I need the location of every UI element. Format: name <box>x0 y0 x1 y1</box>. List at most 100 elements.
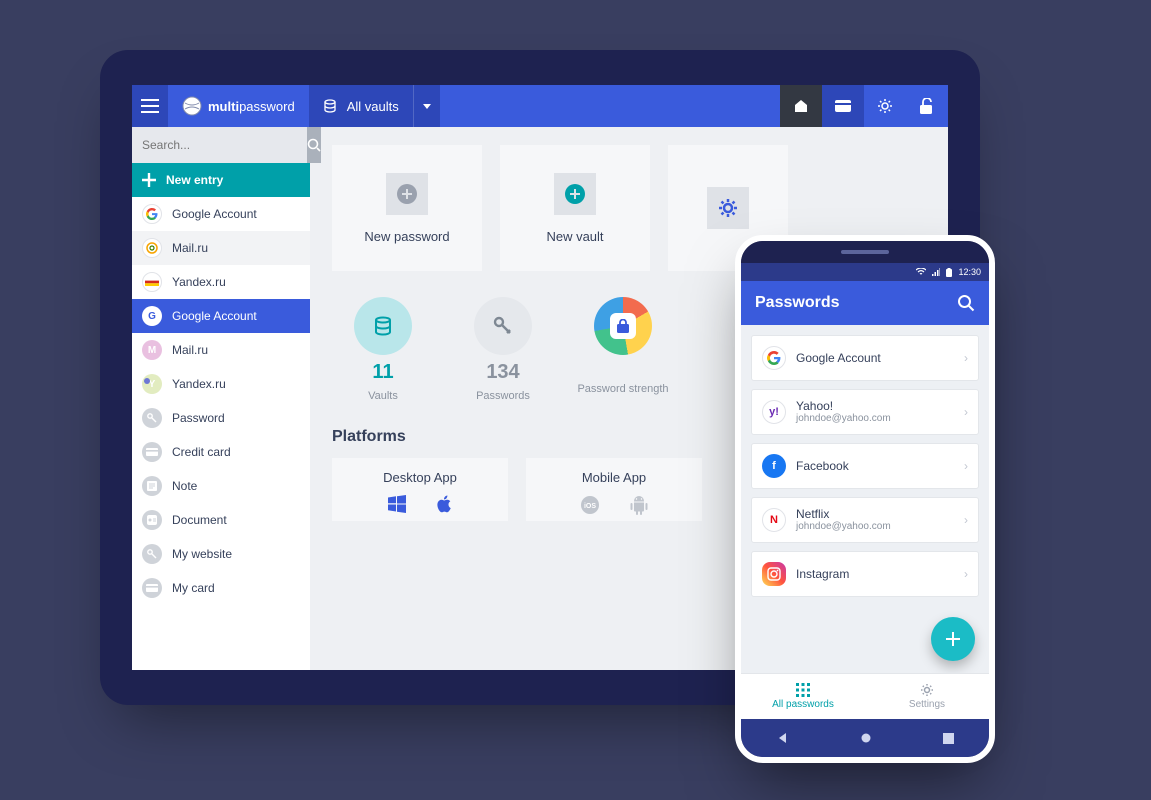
google-icon <box>142 204 162 224</box>
unlock-icon <box>920 98 934 114</box>
signal-icon <box>932 268 940 276</box>
sidebar-item-mailru[interactable]: Mail.ru <box>132 231 310 265</box>
apple-icon <box>436 495 452 513</box>
list-item[interactable]: Instagram › <box>751 551 979 597</box>
plus-icon <box>943 629 963 649</box>
letter-y-icon: Y <box>142 374 162 394</box>
brand-text: multipassword <box>208 99 295 114</box>
vault-selector[interactable]: All vaults <box>309 85 414 127</box>
credit-card-icon <box>142 578 162 598</box>
clock: 12:30 <box>958 267 981 277</box>
sidebar-item-yandex[interactable]: Yandex.ru <box>132 265 310 299</box>
sidebar-item-google[interactable]: Google Account <box>132 197 310 231</box>
menu-icon <box>141 99 159 113</box>
nav-settings[interactable]: Settings <box>865 674 989 719</box>
svg-text:iOS: iOS <box>584 503 596 510</box>
search-input[interactable] <box>132 127 307 163</box>
nav-all-passwords[interactable]: All passwords <box>741 674 865 719</box>
stat-number: 134 <box>486 361 519 384</box>
back-key[interactable] <box>777 732 789 744</box>
lock-button[interactable] <box>906 85 948 127</box>
search-button[interactable] <box>957 294 975 312</box>
key-icon <box>474 297 532 355</box>
platform-label: Mobile App <box>582 470 646 485</box>
new-vault-card[interactable]: New vault <box>500 145 650 271</box>
row-title: Google Account <box>796 351 954 365</box>
stat-label: Passwords <box>476 390 530 402</box>
new-password-card[interactable]: New password <box>332 145 482 271</box>
windows-icon <box>388 495 406 513</box>
desktop-app-card[interactable]: Desktop App <box>332 458 508 521</box>
sidebar-item-label: My card <box>172 581 215 595</box>
globe-icon <box>182 96 202 116</box>
card-icon <box>835 100 851 112</box>
phone-earpiece <box>741 241 989 263</box>
stat-vaults[interactable]: 11 Vaults <box>332 297 434 402</box>
card-button[interactable] <box>822 85 864 127</box>
caret-down-icon <box>423 104 431 109</box>
vault-stack-icon <box>354 297 412 355</box>
settings-button[interactable] <box>864 85 906 127</box>
yahoo-icon: y! <box>762 400 786 424</box>
sidebar-item-credit-card[interactable]: Credit card <box>132 435 310 469</box>
stat-passwords[interactable]: 134 Passwords <box>452 297 554 402</box>
sidebar-item-document[interactable]: Document <box>132 503 310 537</box>
vault-icon <box>323 99 337 113</box>
sidebar-item-label: Note <box>172 479 197 493</box>
sidebar-item-label: Mail.ru <box>172 343 208 357</box>
key-icon <box>142 408 162 428</box>
list-item[interactable]: Google Account › <box>751 335 979 381</box>
list-item[interactable]: f Facebook › <box>751 443 979 489</box>
phone-bottom-nav: All passwords Settings <box>741 673 989 719</box>
phone-status-bar: 12:30 <box>741 263 989 281</box>
gear-icon <box>920 683 934 697</box>
vault-caret[interactable] <box>414 85 440 127</box>
new-entry-button[interactable]: New entry <box>132 163 310 197</box>
recent-key[interactable] <box>943 733 954 744</box>
card-label: New vault <box>546 229 603 244</box>
phone-appbar: Passwords <box>741 281 989 325</box>
sidebar: New entry Google Account Mail.ru Yandex.… <box>132 127 310 670</box>
phone-device: 12:30 Passwords Google Account › y! Yaho… <box>735 235 995 763</box>
stat-label: Vaults <box>368 390 398 402</box>
sidebar-item-label: Credit card <box>172 445 231 459</box>
add-button[interactable] <box>931 617 975 661</box>
vault-label: All vaults <box>347 99 399 114</box>
row-subtitle: johndoe@yahoo.com <box>796 521 954 533</box>
app-title: Passwords <box>755 294 839 312</box>
search-icon <box>957 294 975 312</box>
sidebar-item-password[interactable]: Password <box>132 401 310 435</box>
list-item[interactable]: y! Yahoo!johndoe@yahoo.com › <box>751 389 979 435</box>
mobile-app-card[interactable]: Mobile App iOS <box>526 458 702 521</box>
home-button[interactable] <box>780 85 822 127</box>
home-key[interactable] <box>860 732 872 744</box>
android-icon <box>630 495 648 515</box>
document-icon <box>142 510 162 530</box>
ios-icon: iOS <box>580 495 600 515</box>
menu-button[interactable] <box>132 85 168 127</box>
sidebar-item-label: Yandex.ru <box>172 275 226 289</box>
sidebar-item-label: My website <box>172 547 232 561</box>
sidebar-item-mycard[interactable]: My card <box>132 571 310 605</box>
sidebar-item-google-2[interactable]: G Google Account <box>132 299 310 333</box>
letter-g-icon: G <box>142 306 162 326</box>
sidebar-item-note[interactable]: Note <box>132 469 310 503</box>
sidebar-item-label: Google Account <box>172 207 257 221</box>
wifi-icon <box>916 268 926 276</box>
sidebar-item-website[interactable]: My website <box>132 537 310 571</box>
row-title: Instagram <box>796 567 954 581</box>
row-title: Yahoo! <box>796 399 954 413</box>
sidebar-item-label: Password <box>172 411 225 425</box>
platform-label: Desktop App <box>383 470 457 485</box>
credit-card-icon <box>142 442 162 462</box>
key-icon <box>142 544 162 564</box>
sidebar-item-yandex-2[interactable]: Y Yandex.ru <box>132 367 310 401</box>
sidebar-item-mailru-2[interactable]: M Mail.ru <box>132 333 310 367</box>
tablet-camera <box>144 378 150 384</box>
mailru-icon <box>142 238 162 258</box>
grid-icon <box>796 683 810 697</box>
stat-number: 11 <box>372 361 393 384</box>
list-item[interactable]: N Netflixjohndoe@yahoo.com › <box>751 497 979 543</box>
stat-strength[interactable]: Password strength <box>572 297 674 402</box>
facebook-icon: f <box>762 454 786 478</box>
